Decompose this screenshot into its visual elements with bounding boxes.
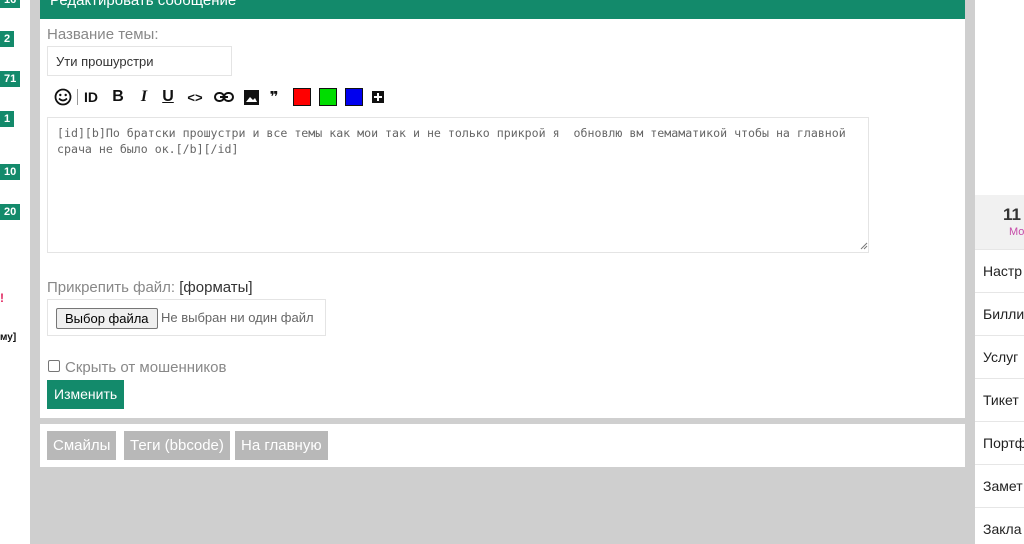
choose-file-button[interactable]: Выбор файла — [56, 308, 158, 329]
italic-button[interactable]: I — [137, 86, 151, 108]
left-sidebar: 16 2 71 1 10 20 ! му] — [0, 0, 30, 544]
bbcode-tags-button[interactable]: Теги (bbcode) — [124, 431, 230, 460]
bottom-nav-panel: Смайлы Теги (bbcode) На главную — [40, 424, 965, 467]
image-icon[interactable] — [243, 86, 259, 108]
color-blue-swatch[interactable] — [345, 88, 363, 106]
right-menu-item[interactable]: Билли — [975, 292, 1024, 335]
file-status: Не выбран ни один файл — [161, 310, 314, 325]
count-badge: 10 — [0, 164, 21, 180]
code-button[interactable]: <> — [185, 86, 205, 108]
link-icon[interactable] — [213, 86, 235, 108]
smileys-button[interactable]: Смайлы — [47, 431, 117, 460]
hide-checkbox[interactable] — [48, 360, 60, 372]
count-badge: 20 — [0, 204, 21, 220]
edit-message-panel: Редактировать сообщение Название темы: I… — [40, 0, 965, 418]
id-tag-button[interactable]: ID — [80, 86, 102, 108]
quote-icon[interactable]: ❞ — [266, 86, 282, 108]
panel-header: Редактировать сообщение — [40, 0, 965, 19]
topic-input[interactable] — [47, 46, 232, 76]
smiley-icon[interactable] — [53, 86, 73, 108]
topic-label: Название темы: — [47, 26, 159, 43]
attach-label: Прикрепить файл: — [47, 279, 176, 296]
count-badge: 1 — [0, 111, 15, 127]
home-button[interactable]: На главную — [235, 431, 328, 460]
right-menu-item[interactable]: Тикет — [975, 378, 1024, 421]
attach-label-row: Прикрепить файл: [форматы] — [47, 279, 253, 296]
alert-mark: ! — [0, 291, 4, 305]
more-plus-icon[interactable] — [371, 86, 385, 108]
message-textarea[interactable]: [id][b]По братски прошустри и все темы к… — [47, 117, 869, 253]
date-widget: 11 Мо — [975, 195, 1024, 249]
count-badge: 16 — [0, 0, 21, 8]
hide-label[interactable]: Скрыть от мошенников — [65, 359, 226, 376]
file-input-box: Выбор файла Не выбран ни один файл — [47, 299, 326, 336]
right-menu-item[interactable]: Настр — [975, 249, 1024, 292]
resize-grip-icon[interactable] — [860, 242, 868, 250]
right-menu-item[interactable]: Закла — [975, 507, 1024, 544]
count-badge: 2 — [0, 31, 15, 47]
date-day: 11 — [1003, 205, 1021, 224]
right-menu-item[interactable]: Замет — [975, 464, 1024, 507]
date-month: Мо — [1009, 226, 1024, 238]
left-link-text[interactable]: му] — [0, 332, 16, 343]
toolbar-divider — [77, 89, 78, 105]
right-menu-item[interactable]: Портф — [975, 421, 1024, 464]
submit-button[interactable]: Изменить — [47, 380, 125, 409]
bold-button[interactable]: B — [111, 86, 125, 108]
count-badge: 71 — [0, 71, 21, 87]
formats-link[interactable]: [форматы] — [179, 279, 252, 296]
right-menu-item[interactable]: Услуг — [975, 335, 1024, 378]
underline-button[interactable]: U — [161, 86, 175, 108]
color-red-swatch[interactable] — [293, 88, 311, 106]
color-green-swatch[interactable] — [319, 88, 337, 106]
